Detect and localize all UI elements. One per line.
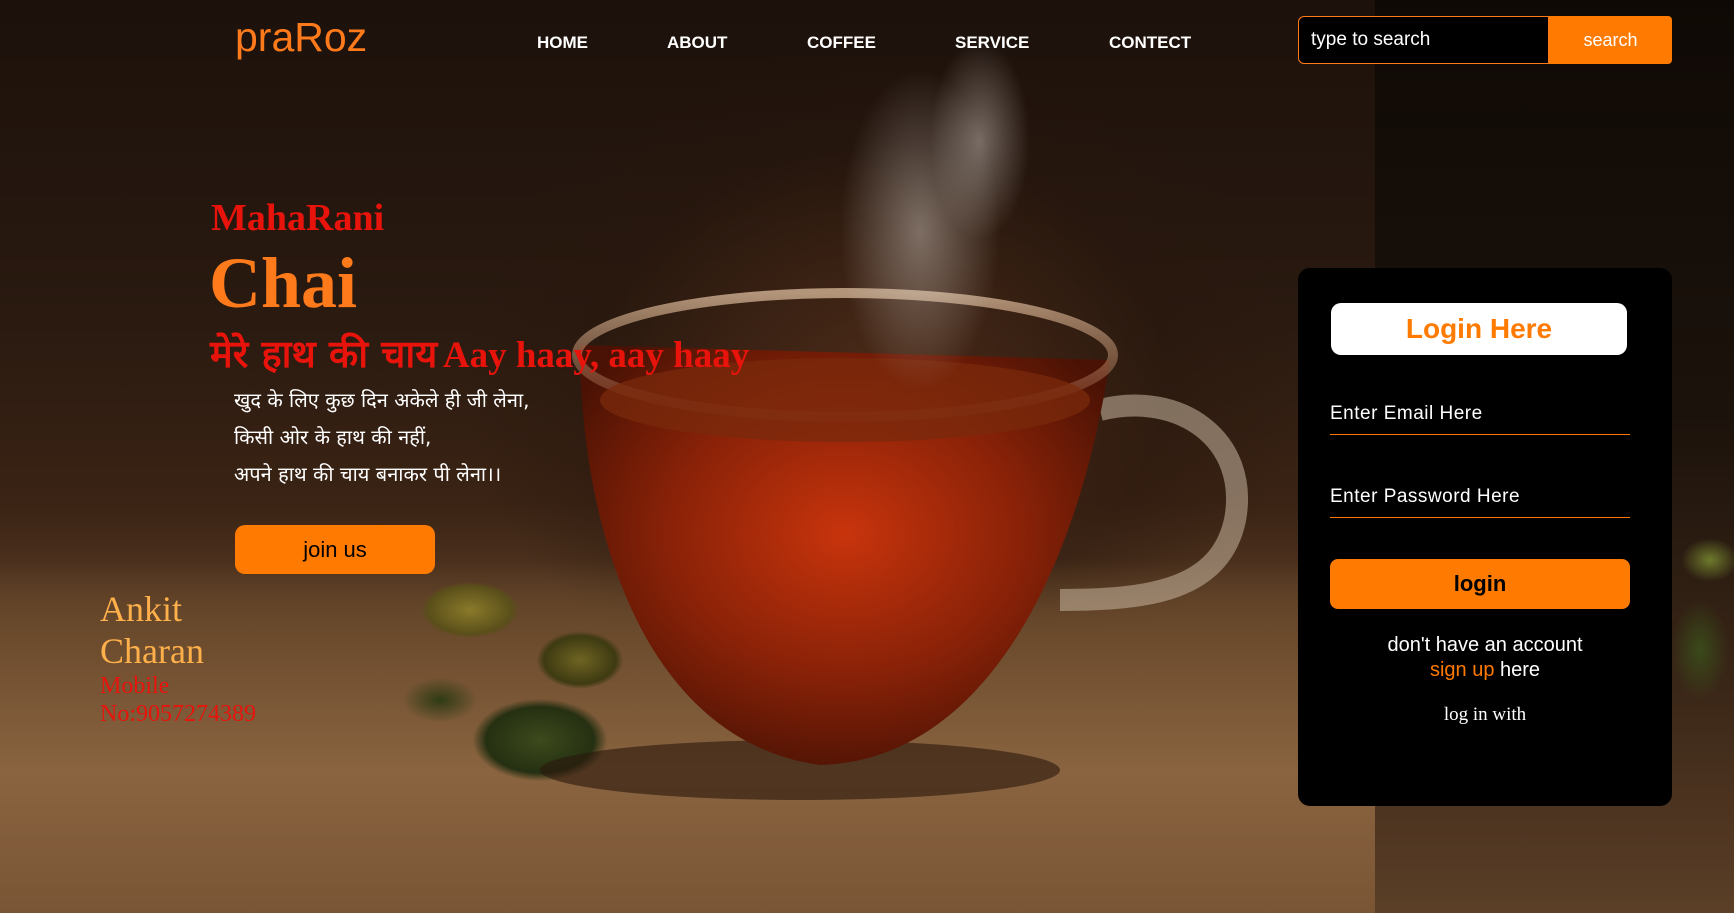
nav-about[interactable]: ABOUT: [667, 33, 727, 53]
nav-service[interactable]: SERVICE: [955, 33, 1029, 53]
signup-link[interactable]: sign up: [1430, 659, 1495, 681]
author-last-name: Charan: [100, 631, 204, 671]
no-account-text: don't have an account: [1387, 634, 1583, 656]
poem-line: खुद के लिए कुछ दिन अकेले ही जी लेना,: [234, 388, 530, 412]
tagline-hindi: मेरे हाथ की चाय: [210, 331, 438, 376]
steam-wisp: [930, 40, 1030, 240]
nav-contect[interactable]: CONTECT: [1109, 33, 1191, 53]
signup-suffix: here: [1494, 659, 1541, 681]
join-us-button[interactable]: join us: [235, 525, 435, 574]
author-info: Ankit Charan Mobile No:9057274389: [100, 588, 256, 728]
poem-line: अपने हाथ की चाय बनाकर पी लेना।।: [234, 462, 502, 486]
nav-coffee[interactable]: COFFEE: [807, 33, 876, 53]
tagline-latin: Aay haay, aay haay: [442, 335, 750, 376]
password-field-wrapper: [1330, 477, 1630, 518]
signup-line: sign up here: [1298, 658, 1672, 683]
nav-home[interactable]: HOME: [537, 33, 588, 53]
password-field[interactable]: [1330, 477, 1630, 517]
signup-prompt: don't have an account sign up here: [1298, 633, 1672, 683]
search-input[interactable]: [1298, 16, 1549, 64]
brand-logo[interactable]: praRoz: [235, 14, 367, 61]
login-with-text: log in with: [1443, 704, 1527, 725]
search-button[interactable]: search: [1549, 16, 1672, 64]
login-button[interactable]: login: [1330, 559, 1630, 609]
login-title: Login Here: [1331, 303, 1627, 355]
author-mobile-label: Mobile: [100, 673, 170, 699]
hero-poem: खुद के लिए कुछ दिन अकेले ही जी लेना, किस…: [234, 382, 530, 493]
hero-tagline: मेरे हाथ की चाय Aay haay, aay haay: [210, 327, 749, 379]
email-field[interactable]: [1330, 394, 1630, 434]
login-card: Login Here login don't have an account s…: [1298, 268, 1672, 806]
search-bar: search: [1298, 16, 1672, 64]
author-first-name: Ankit: [100, 589, 183, 629]
poem-line: किसी ओर के हाथ की नहीं,: [234, 425, 432, 449]
author-mobile-number: No:9057274389: [100, 701, 256, 727]
hero-title: Chai: [209, 243, 358, 323]
hero-subtitle: MahaRani: [211, 197, 385, 239]
email-field-wrapper: [1330, 394, 1630, 435]
